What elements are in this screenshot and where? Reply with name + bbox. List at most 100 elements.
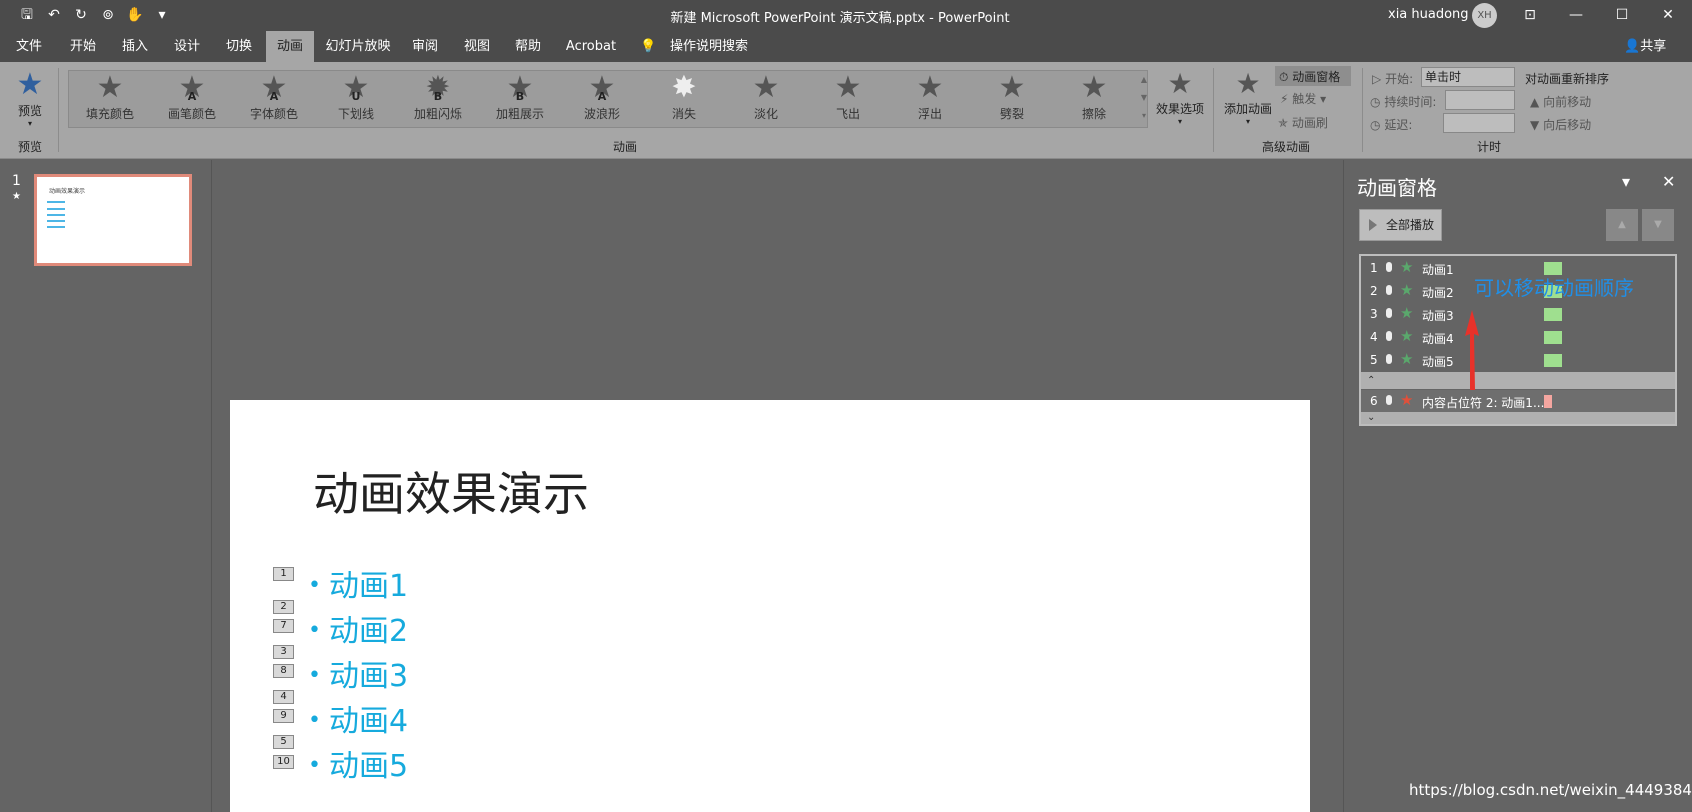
save-icon[interactable]: 🖫 (18, 6, 36, 24)
redo-icon[interactable]: ↻ (72, 6, 90, 24)
chevron-down-icon: ▾ (27, 119, 32, 128)
move-later-button[interactable]: ▼ 向后移动 (1530, 116, 1591, 133)
mouse-icon (1386, 285, 1392, 295)
star-icon: ★ (998, 70, 1026, 105)
group-label-timing: 计时 (1476, 140, 1501, 154)
tab-design[interactable]: 设计 (166, 31, 208, 62)
anim-split[interactable]: ★ 劈裂 (977, 71, 1047, 127)
animation-tag[interactable]: 9 (273, 709, 294, 723)
tab-help[interactable]: 帮助 (507, 31, 549, 62)
play-all-button[interactable]: 全部播放 (1359, 209, 1442, 241)
collapse-bar[interactable]: ⌃ (1361, 372, 1675, 389)
tab-view[interactable]: 视图 (456, 31, 498, 62)
bullet-item[interactable]: 动画3 (308, 651, 408, 695)
delay-input[interactable] (1443, 113, 1515, 133)
scroll-up-icon[interactable]: ▲ (1137, 71, 1151, 89)
customize-icon[interactable]: ▾ (153, 6, 171, 24)
anim-float-out[interactable]: ★ 浮出 (895, 71, 965, 127)
anim-fill-color[interactable]: ★ 填充颜色 (75, 71, 145, 127)
tell-me-search[interactable]: 操作说明搜索 (664, 31, 754, 62)
anim-fly-out[interactable]: ★ 飞出 (813, 71, 883, 127)
anim-underline[interactable]: ★ U 下划线 (321, 71, 391, 127)
pane-menu-icon[interactable]: ▾ (1622, 172, 1630, 191)
animation-tag[interactable]: 4 (273, 690, 294, 704)
pane-close-icon[interactable]: ✕ (1662, 172, 1675, 191)
add-animation-button[interactable]: ★ 添加动画 ▾ (1220, 68, 1276, 127)
tab-file[interactable]: 文件 (8, 31, 50, 62)
ribbon-display-icon[interactable]: ⊡ (1520, 5, 1540, 25)
anim-label: 劈裂 (999, 107, 1024, 121)
item-number: 4 (1370, 330, 1378, 344)
anim-disappear[interactable]: ✸ 消失 (649, 71, 719, 127)
trigger-button[interactable]: ⚡ 触发 ▾ (1280, 90, 1326, 107)
animation-tag[interactable]: 10 (273, 755, 294, 769)
timeline-bar[interactable] (1544, 308, 1562, 321)
move-up-icon[interactable]: ▲ (1606, 209, 1638, 241)
tab-insert[interactable]: 插入 (114, 31, 156, 62)
slide-thumbnail[interactable]: 动画效果演示 (34, 174, 192, 266)
duration-input[interactable] (1445, 90, 1515, 110)
add-animation-label: 添加动画 (1223, 102, 1272, 116)
move-down-icon[interactable]: ▼ (1642, 209, 1674, 241)
anim-bold-flash[interactable]: ✹ B 加粗闪烁 (403, 71, 473, 127)
animation-tag[interactable]: 8 (273, 664, 294, 678)
start-select[interactable]: 单击时 (1421, 67, 1515, 87)
star-icon: ★ (1400, 327, 1414, 345)
gallery-more-icon[interactable]: ▾ (1137, 107, 1151, 125)
list-item[interactable]: 6 ★ 内容占位符 2: 动画1... (1361, 390, 1675, 412)
animation-tag[interactable]: 1 (273, 567, 294, 581)
move-earlier-label: 向前移动 (1543, 95, 1592, 109)
scroll-down-icon[interactable]: ▼ (1137, 89, 1151, 107)
star-icon: ★ (1080, 70, 1108, 105)
tab-transitions[interactable]: 切换 (218, 31, 260, 62)
timeline-bar[interactable] (1544, 331, 1562, 344)
list-item[interactable]: 5 ★ 动画5 (1361, 349, 1675, 371)
animation-tag[interactable]: 3 (273, 645, 294, 659)
bullet-item[interactable]: 动画2 (308, 606, 408, 650)
animation-tag[interactable]: 2 (273, 600, 294, 614)
present-icon[interactable]: ⊚ (99, 6, 117, 24)
tab-review[interactable]: 审阅 (404, 31, 446, 62)
undo-icon[interactable]: ↶ (45, 6, 63, 24)
timeline-bar[interactable] (1544, 354, 1562, 367)
animation-gallery[interactable]: ★ 填充颜色 ★ A 画笔颜色 ★ A 字体颜色 ★ U 下划线 ✹ B 加粗闪烁 ★ B 加粗展示 … (68, 70, 1148, 128)
anim-font-color[interactable]: ★ A 字体颜色 (239, 71, 309, 127)
slide[interactable]: 动画效果演示 1 2 7 3 8 4 9 5 10 动画1 动画2 动画3 动画… (230, 400, 1310, 812)
gallery-scroll[interactable]: ▲ ▼ ▾ (1137, 71, 1151, 127)
anim-bold-reveal[interactable]: ★ B 加粗展示 (485, 71, 555, 127)
user-name[interactable]: xia huadong (1388, 7, 1469, 22)
share-button[interactable]: 👤共享 (1624, 31, 1666, 62)
item-number: 3 (1370, 307, 1378, 321)
divider (1362, 68, 1363, 152)
touch-icon[interactable]: ✋ (126, 6, 144, 24)
animation-tag[interactable]: 5 (273, 735, 294, 749)
tab-slideshow[interactable]: 幻灯片放映 (322, 31, 394, 62)
anim-line-color[interactable]: ★ A 画笔颜色 (157, 71, 227, 127)
bullet-item[interactable]: 动画4 (308, 696, 408, 740)
tab-acrobat[interactable]: Acrobat (562, 31, 620, 62)
animation-pane-button[interactable]: ⏱ 动画窗格 (1275, 66, 1351, 86)
preview-button[interactable]: ★ 预览 ▾ (10, 68, 50, 129)
close-button[interactable]: ✕ (1658, 5, 1678, 25)
slide-title[interactable]: 动画效果演示 (313, 458, 589, 524)
tab-animations[interactable]: 动画 (266, 31, 314, 62)
list-item[interactable]: 3 ★ 动画3 (1361, 303, 1675, 325)
anim-wipe[interactable]: ★ 擦除 (1059, 71, 1129, 127)
anim-fade[interactable]: ★ 淡化 (731, 71, 801, 127)
expand-bar[interactable]: ⌄ (1361, 412, 1675, 424)
tab-home[interactable]: 开始 (62, 31, 104, 62)
item-number: 5 (1370, 353, 1378, 367)
minimize-button[interactable]: — (1566, 5, 1586, 25)
timeline-bar[interactable] (1544, 395, 1552, 408)
effect-options-button[interactable]: ★ 效果选项 ▾ (1152, 68, 1208, 127)
maximize-button[interactable]: ☐ (1612, 5, 1632, 25)
bullet-item[interactable]: 动画1 (308, 561, 408, 605)
move-earlier-button[interactable]: ▲ 向前移动 (1530, 93, 1591, 110)
avatar[interactable]: XH (1472, 3, 1497, 28)
list-item[interactable]: 4 ★ 动画4 (1361, 326, 1675, 348)
animation-tag[interactable]: 7 (273, 619, 294, 633)
bullet-item[interactable]: 动画5 (308, 741, 408, 785)
animation-painter-button[interactable]: ✯ 动画刷 (1278, 114, 1328, 131)
anim-wave[interactable]: ★ A 波浪形 (567, 71, 637, 127)
item-label: 动画5 (1422, 355, 1454, 369)
